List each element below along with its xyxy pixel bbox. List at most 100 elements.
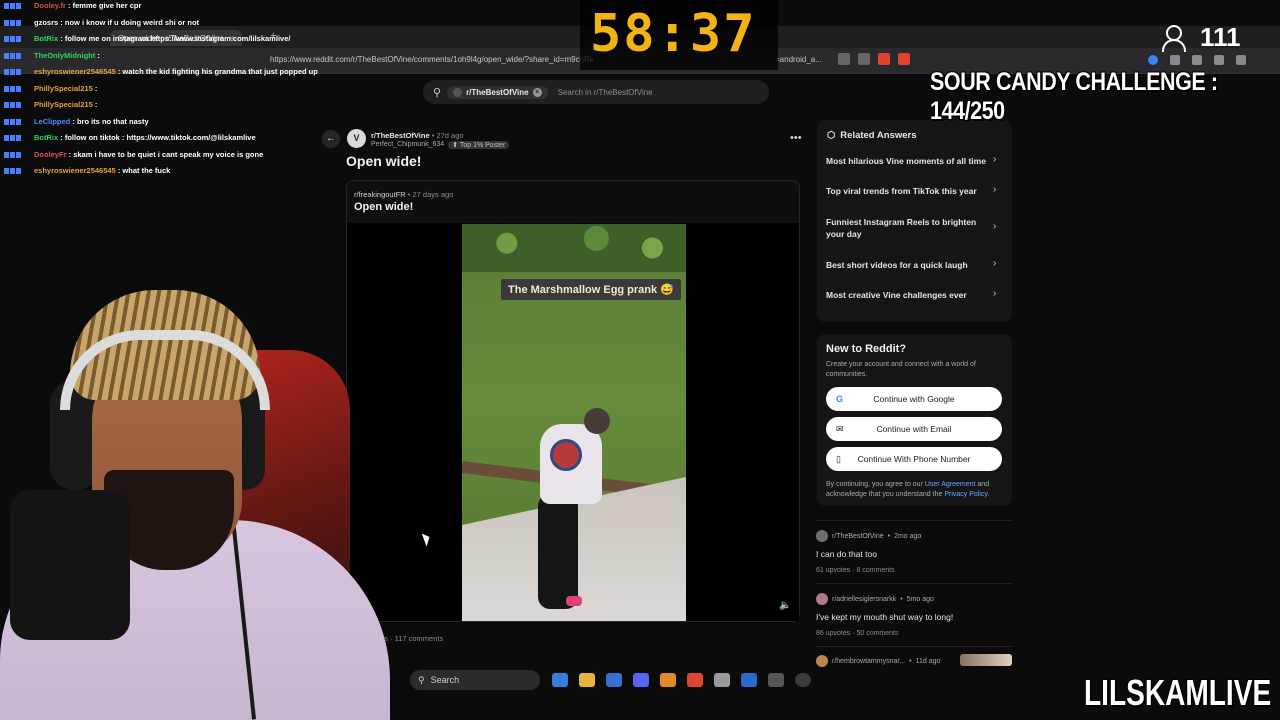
subreddit-name[interactable]: r/TheBestOfVine [371, 131, 430, 140]
brave-rewards-icon[interactable] [898, 53, 910, 65]
chat-username[interactable]: eshyroswiener2546545 [34, 166, 116, 175]
chat-separator: : [70, 116, 77, 126]
downloads-icon[interactable] [1192, 55, 1202, 65]
subreddit-icon [453, 87, 463, 97]
chat-username[interactable]: PhillySpecial215 [34, 84, 93, 93]
chat-separator: : [58, 17, 65, 27]
related-post[interactable]: r/adriellesiglersnarkk • 5mo ago I've ke… [816, 593, 1012, 637]
chat-text: now i know if u doing weird shi or not [64, 17, 200, 27]
privacy-policy-link[interactable]: Privacy Policy. [944, 491, 989, 498]
video-person-head [584, 408, 610, 434]
viewers-icon [1162, 23, 1192, 53]
related-post-sub[interactable]: r/hembrowtammysnar... [832, 658, 905, 665]
divider [816, 583, 1012, 584]
chat-username[interactable]: gzosrs [34, 18, 58, 27]
copilot-icon[interactable] [552, 673, 568, 687]
chat-badges [4, 64, 34, 81]
taskbar-icons [552, 673, 811, 687]
related-answer-item[interactable]: Best short videos for a quick laugh [826, 259, 991, 271]
video-caption: The Marshmallow Egg prank 😅 [501, 279, 681, 300]
related-post-sub[interactable]: r/adriellesiglersnarkk [832, 596, 896, 603]
webcam-feed [0, 290, 400, 720]
crosspost-title: Open wide! [354, 201, 414, 213]
subreddit-chip[interactable]: r/TheBestOfVine × [447, 85, 548, 99]
chevron-right-icon[interactable]: › [993, 221, 996, 232]
continue-email-button[interactable]: ✉ Continue with Email [826, 417, 1002, 441]
related-post[interactable]: r/TheBestOfVine • 2mo ago I can do that … [816, 530, 1012, 574]
taskbar-search[interactable]: ⚲ Search [410, 670, 540, 690]
chat-username[interactable]: DooleyFr [34, 150, 67, 159]
chat-message: eshyroswiener2546545 : watch the kid fig… [4, 64, 318, 81]
chat-message: TheOnlyMidnight : [4, 48, 318, 65]
extensions-icon[interactable] [1214, 55, 1224, 65]
search-input[interactable]: ⚲ r/TheBestOfVine × Search in r/TheBestO… [423, 80, 769, 104]
crosspost-subreddit-name[interactable]: r/freakingoutFR [354, 190, 406, 199]
chat-username[interactable]: eshyroswiener2546545 [34, 67, 116, 76]
search-icon: ⚲ [418, 674, 425, 685]
related-answer-item[interactable]: Most hilarious Vine moments of all time [826, 155, 991, 167]
obs-icon[interactable] [714, 673, 730, 687]
clear-chip-icon[interactable]: × [532, 87, 542, 97]
volume-icon[interactable]: 🔈 [779, 600, 791, 612]
sidebar-icon[interactable] [1236, 55, 1246, 65]
divider [816, 520, 1012, 521]
post-subreddit[interactable]: r/TheBestOfVine • 27d ago [371, 131, 464, 140]
app-icon[interactable] [768, 673, 784, 687]
chat-username[interactable]: Dooley.fr [34, 1, 66, 10]
related-answer-item[interactable]: Most creative Vine challenges ever [826, 289, 991, 301]
brave-shield-icon[interactable] [878, 53, 890, 65]
crosspost-subreddit[interactable]: r/freakingoutFR • 27 days ago [354, 190, 453, 199]
related-post-sub[interactable]: r/TheBestOfVine [832, 533, 884, 540]
chat-username[interactable]: LeClipped [34, 117, 70, 126]
signup-subtitle: Create your account and connect with a w… [826, 361, 976, 378]
user-agreement-link[interactable]: User Agreement [925, 481, 976, 488]
brave-icon[interactable] [687, 673, 703, 687]
video-hedge [462, 224, 686, 272]
google-icon: G [836, 394, 844, 404]
viewer-count-value: 111 [1200, 22, 1241, 52]
chat-message: eshyroswiener2546545 : what the fuck [4, 163, 318, 180]
chat-username[interactable]: BotRix [34, 133, 58, 142]
extension-icon[interactable] [858, 53, 870, 65]
chevron-right-icon[interactable]: › [993, 184, 996, 195]
chat-separator: : [92, 83, 98, 93]
back-button[interactable]: ← [322, 130, 340, 148]
chevron-right-icon[interactable]: › [993, 154, 996, 165]
extension-icon[interactable] [838, 53, 850, 65]
url-field[interactable]: https://www.reddit.com/r/TheBestOfVine/c… [270, 55, 594, 64]
file-explorer-icon[interactable] [579, 673, 595, 687]
related-post-thumbnail[interactable] [960, 654, 1012, 666]
steam-icon[interactable] [741, 673, 757, 687]
chat-separator: : [58, 34, 65, 43]
related-answers-title: ⬡ Related Answers [827, 130, 917, 141]
related-answer-item[interactable]: Top viral trends from TikTok this year [826, 185, 991, 197]
chevron-right-icon[interactable]: › [993, 288, 996, 299]
wallet-icon[interactable] [1170, 55, 1180, 65]
profile-icon[interactable] [1148, 55, 1158, 65]
related-post-title[interactable]: I can do that too [816, 549, 1012, 559]
channel-name: LILSKAMLIVE [1084, 672, 1272, 713]
video-shirt-logo [550, 439, 582, 471]
related-post-title[interactable]: I've kept my mouth shut way to long! [816, 612, 1012, 622]
related-answer-item[interactable]: Funniest Instagram Reels to brighten you… [826, 216, 991, 240]
app-icon[interactable] [660, 673, 676, 687]
author-flair: ⬆ Top 1% Poster [448, 141, 510, 149]
store-icon[interactable] [606, 673, 622, 687]
discord-icon[interactable] [633, 673, 649, 687]
chat-text: watch the kid fighting his grandma that … [122, 67, 318, 76]
crosspost-age: 27 days ago [412, 190, 454, 199]
post-author[interactable]: Perfect_Chipmunk_634 [371, 141, 444, 149]
related-post-stats: 86 upvotes · 50 comments [816, 630, 899, 637]
continue-google-button[interactable]: G Continue with Google [826, 387, 1002, 411]
more-options-icon[interactable]: ••• [790, 132, 802, 144]
divider [816, 646, 1012, 647]
microphone [10, 490, 130, 640]
continue-phone-button[interactable]: ▯ Continue With Phone Number [826, 447, 1002, 471]
app-icon[interactable] [795, 673, 811, 687]
chat-text: bro its no that nasty [76, 116, 149, 126]
subreddit-avatar[interactable]: V [347, 129, 366, 148]
chat-username[interactable]: TheOnlyMidnight [34, 51, 95, 60]
chat-username[interactable]: PhillySpecial215 [34, 100, 93, 109]
chat-username[interactable]: BotRix [34, 34, 58, 43]
chevron-right-icon[interactable]: › [993, 258, 996, 269]
